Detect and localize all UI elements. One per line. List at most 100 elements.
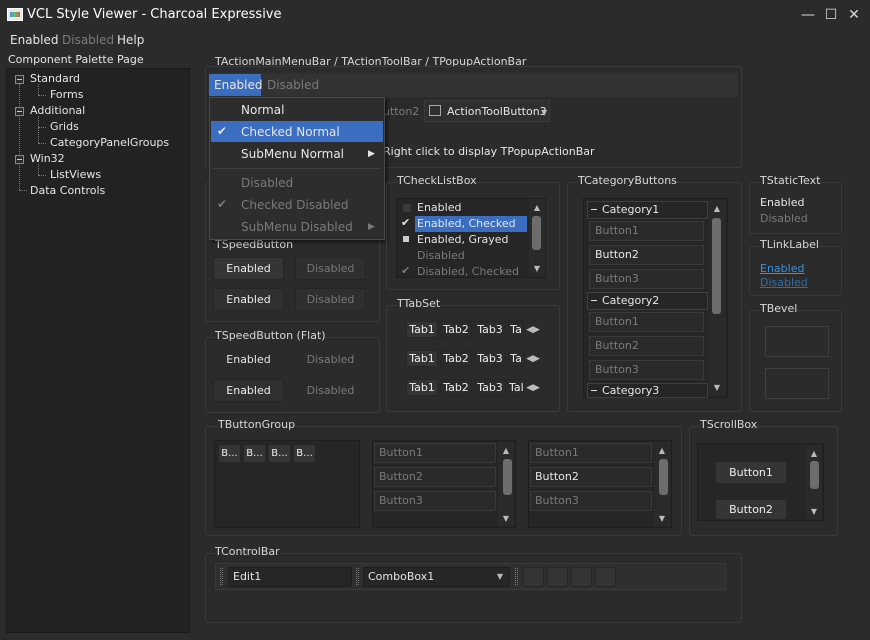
scroll-up-icon[interactable]: ▲ bbox=[500, 446, 512, 455]
button-group-btn2[interactable]: B... bbox=[243, 444, 266, 463]
collapse-icon[interactable] bbox=[591, 390, 597, 391]
tree-item-forms[interactable]: Forms bbox=[50, 88, 83, 101]
scroll-down-icon[interactable]: ▼ bbox=[531, 264, 543, 273]
flat-button-enabled-down[interactable]: Enabled bbox=[213, 379, 284, 402]
speed-button-disabled-down[interactable]: Disabled bbox=[295, 288, 366, 311]
tab-1[interactable]: Tab1 bbox=[406, 350, 438, 367]
check-item-disabled-checked[interactable]: Disabled, Checked bbox=[417, 265, 519, 278]
category1-header[interactable]: Category1 bbox=[587, 201, 708, 219]
check-item-enabled-grayed[interactable]: Enabled, Grayed bbox=[417, 233, 509, 246]
checkbox-checked-icon[interactable]: ✔ bbox=[401, 216, 410, 229]
tab-scroll-arrows-icon[interactable]: ◀▶ bbox=[524, 354, 542, 364]
scroll-up-icon[interactable]: ▲ bbox=[808, 449, 820, 458]
maximize-button[interactable]: ☐ bbox=[821, 6, 841, 24]
scroll-box-button2[interactable]: Button2 bbox=[715, 499, 787, 520]
action-tool-button2[interactable]: utton2 bbox=[383, 105, 419, 118]
action-tool-button3[interactable]: ActionToolButton3 bbox=[447, 105, 547, 118]
button-group-btn1[interactable]: B... bbox=[218, 444, 241, 463]
flat-button-disabled[interactable]: Disabled bbox=[295, 348, 366, 371]
toolbar-button-4[interactable] bbox=[595, 567, 616, 587]
collapse-icon[interactable] bbox=[591, 300, 597, 301]
category1-button1[interactable]: Button1 bbox=[589, 221, 704, 241]
toolbar-button-3[interactable] bbox=[571, 567, 592, 587]
scroll-down-icon[interactable]: ▼ bbox=[500, 514, 512, 523]
check-item-enabled-checked[interactable]: Enabled, Checked bbox=[417, 217, 516, 230]
category1-button3[interactable]: Button3 bbox=[589, 269, 704, 289]
flat-button-enabled[interactable]: Enabled bbox=[213, 348, 284, 371]
tab-scroll-arrows-icon[interactable]: ◀▶ bbox=[524, 325, 542, 335]
checkbox-grayed-icon[interactable] bbox=[403, 236, 409, 242]
grip-icon[interactable] bbox=[220, 568, 223, 585]
grip-icon[interactable] bbox=[515, 568, 518, 585]
popup-item-submenu-normal[interactable]: SubMenu Normal bbox=[241, 147, 344, 161]
category1-button2[interactable]: Button2 bbox=[589, 245, 704, 265]
dropdown-arrow-icon[interactable]: ▼ bbox=[541, 108, 547, 117]
scroll-up-icon[interactable]: ▲ bbox=[656, 446, 668, 455]
dropdown-arrow-icon[interactable]: ▼ bbox=[494, 572, 506, 581]
category2-button2[interactable]: Button2 bbox=[589, 336, 704, 356]
speed-button-enabled-down[interactable]: Enabled bbox=[213, 288, 284, 311]
category2-button1[interactable]: Button1 bbox=[589, 312, 704, 332]
flat-button-disabled-2[interactable]: Disabled bbox=[295, 379, 366, 402]
tab-2[interactable]: Tab2 bbox=[440, 321, 472, 338]
tab-1[interactable]: Tab1 bbox=[406, 321, 438, 338]
collapse-icon[interactable] bbox=[15, 75, 24, 84]
scroll-thumb[interactable] bbox=[810, 461, 819, 489]
tree-item-additional[interactable]: Additional bbox=[30, 104, 85, 117]
scroll-down-icon[interactable]: ▼ bbox=[656, 514, 668, 523]
collapse-icon[interactable] bbox=[591, 209, 597, 210]
list2-button1[interactable]: Button1 bbox=[530, 443, 652, 463]
edit1-field[interactable]: Edit1 bbox=[228, 567, 352, 587]
collapse-icon[interactable] bbox=[15, 155, 24, 164]
scroll-down-icon[interactable]: ▼ bbox=[711, 383, 723, 392]
popup-item-submenu-disabled[interactable]: SubMenu Disabled bbox=[241, 220, 353, 234]
button-group-btn4[interactable]: B... bbox=[293, 444, 316, 463]
list1-button3[interactable]: Button3 bbox=[374, 491, 496, 511]
category3-header[interactable]: Category3 bbox=[587, 383, 708, 398]
scroll-thumb[interactable] bbox=[503, 459, 512, 495]
scroll-thumb[interactable] bbox=[659, 459, 668, 495]
combobox1[interactable]: ComboBox1 bbox=[363, 567, 510, 587]
tree-item-grids[interactable]: Grids bbox=[50, 120, 79, 133]
scroll-down-icon[interactable]: ▼ bbox=[808, 507, 820, 516]
speed-button-disabled[interactable]: Disabled bbox=[295, 257, 366, 280]
close-button[interactable]: ✕ bbox=[844, 6, 864, 24]
check-item-disabled[interactable]: Disabled bbox=[417, 249, 465, 262]
scroll-box-button1[interactable]: Button1 bbox=[715, 461, 787, 484]
tab-4[interactable]: Tal bbox=[508, 379, 524, 396]
speed-button-enabled[interactable]: Enabled bbox=[213, 257, 284, 280]
popup-item-normal[interactable]: Normal bbox=[241, 103, 284, 117]
minimize-button[interactable]: — bbox=[798, 6, 818, 24]
tree-item-listviews[interactable]: ListViews bbox=[50, 168, 101, 181]
link-enabled[interactable]: Enabled bbox=[760, 262, 804, 275]
tree-item-win32[interactable]: Win32 bbox=[30, 152, 65, 165]
tree-item-standard[interactable]: Standard bbox=[30, 72, 80, 85]
tree-item-data-controls[interactable]: Data Controls bbox=[30, 184, 105, 197]
category2-header[interactable]: Category2 bbox=[587, 292, 708, 310]
list1-button2[interactable]: Button2 bbox=[374, 467, 496, 487]
link-disabled[interactable]: Disabled bbox=[760, 276, 808, 289]
popup-item-checked-normal[interactable]: Checked Normal bbox=[241, 125, 340, 139]
check-item-enabled[interactable]: Enabled bbox=[417, 201, 461, 214]
tab-1[interactable]: Tab1 bbox=[406, 379, 438, 396]
tab-2[interactable]: Tab2 bbox=[440, 379, 472, 396]
scroll-thumb[interactable] bbox=[712, 218, 721, 314]
checkbox-icon[interactable] bbox=[403, 204, 411, 212]
category2-button3[interactable]: Button3 bbox=[589, 360, 704, 380]
list1-button1[interactable]: Button1 bbox=[374, 443, 496, 463]
menu-enabled[interactable]: Enabled bbox=[10, 33, 59, 47]
popup-item-checked-disabled[interactable]: Checked Disabled bbox=[241, 198, 348, 212]
scroll-up-icon[interactable]: ▲ bbox=[531, 203, 543, 212]
tab-3[interactable]: Tab3 bbox=[474, 350, 506, 367]
popup-item-disabled[interactable]: Disabled bbox=[241, 176, 293, 190]
tab-scroll-arrows-icon[interactable]: ◀▶ bbox=[524, 383, 542, 393]
toolbar-button-2[interactable] bbox=[547, 567, 568, 587]
action-menu-disabled[interactable]: Disabled bbox=[267, 78, 319, 92]
grip-icon[interactable] bbox=[356, 568, 359, 585]
tab-3[interactable]: Tab3 bbox=[474, 321, 506, 338]
list2-button3[interactable]: Button3 bbox=[530, 491, 652, 511]
scroll-thumb[interactable] bbox=[532, 216, 541, 250]
list2-button2[interactable]: Button2 bbox=[530, 467, 652, 487]
collapse-icon[interactable] bbox=[15, 107, 24, 116]
button-group-btn3[interactable]: B... bbox=[268, 444, 291, 463]
